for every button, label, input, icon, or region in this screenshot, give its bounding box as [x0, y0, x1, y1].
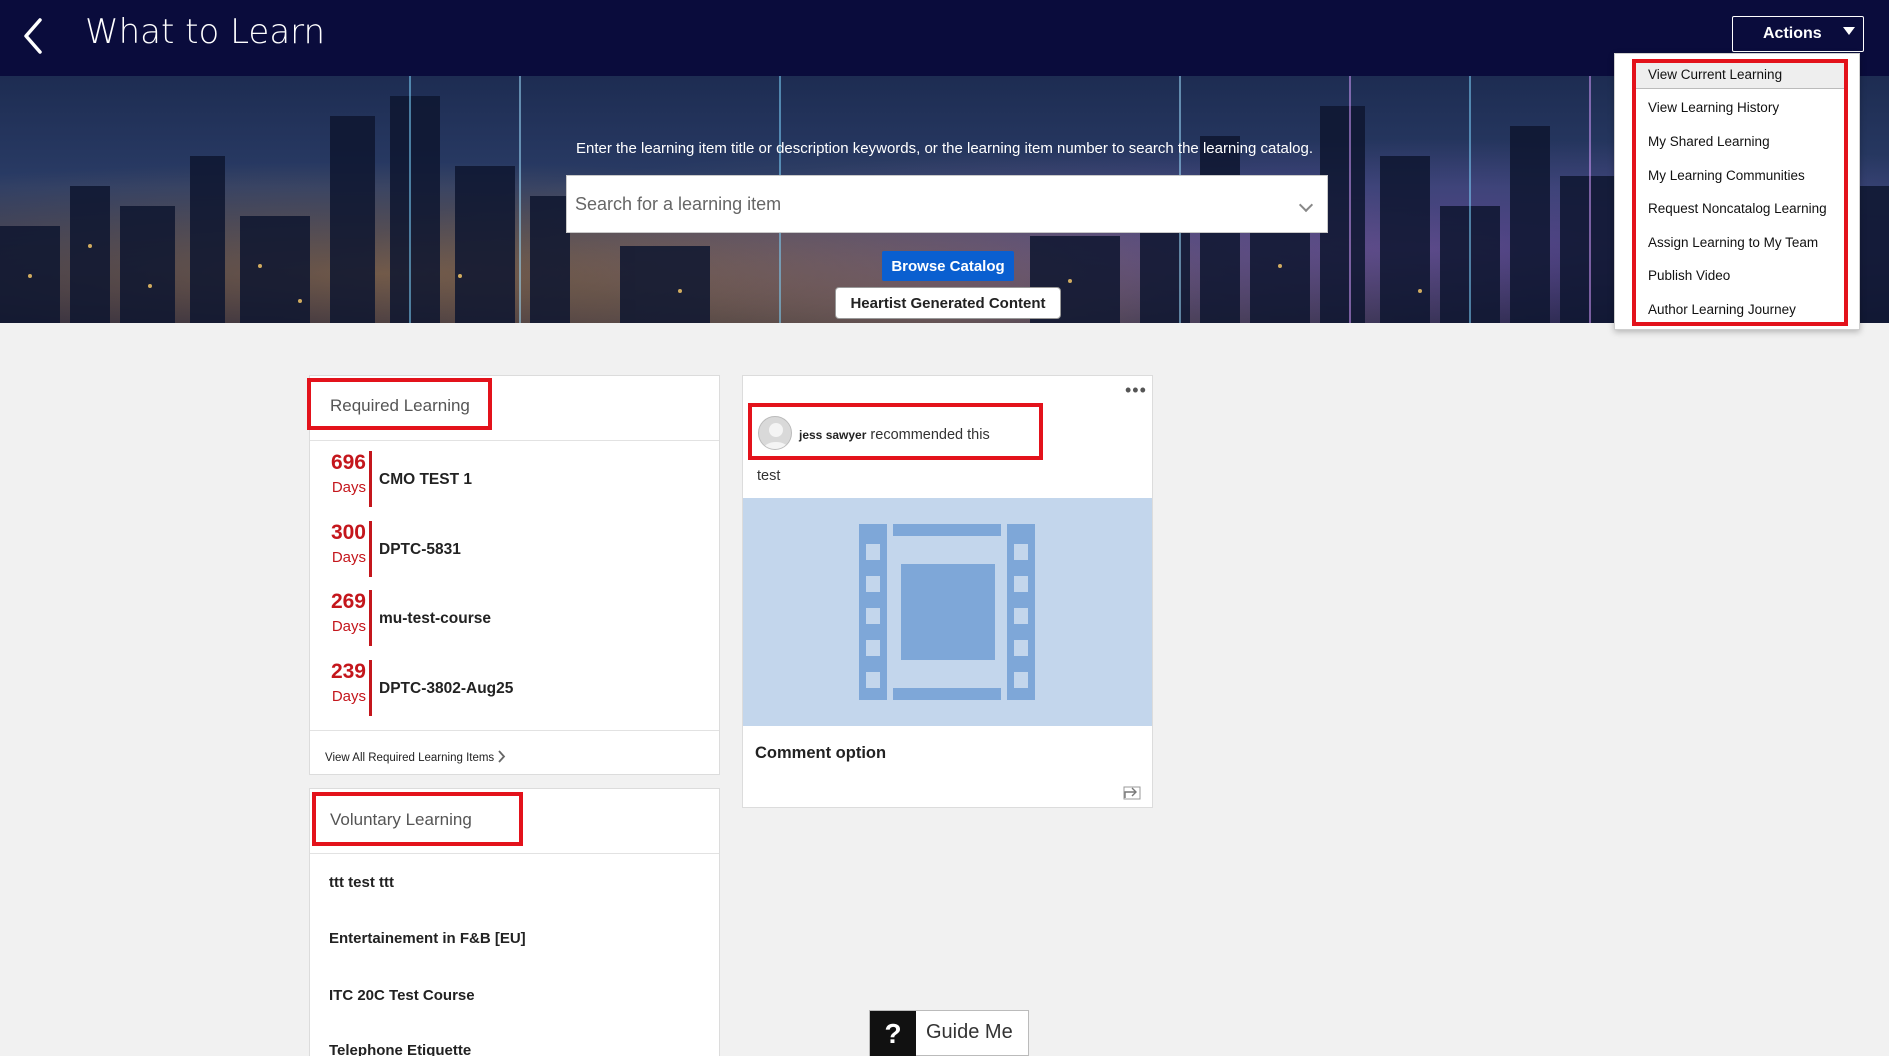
hero-banner: Enter the learning item title or descrip…: [0, 76, 1889, 323]
avatar: [758, 416, 792, 450]
days-count: 269: [330, 590, 366, 613]
learning-item-title[interactable]: Comment option: [755, 744, 886, 763]
divider: [310, 730, 719, 731]
voluntary-learning-title: Voluntary Learning: [330, 810, 472, 829]
back-button[interactable]: [18, 14, 52, 58]
recommendation-text: jess sawyer recommended this: [799, 427, 990, 443]
search-box[interactable]: [566, 175, 1328, 233]
menu-item-view-current-learning[interactable]: View Current Learning: [1636, 59, 1844, 89]
divider: [310, 853, 719, 854]
menu-item-author-learning-journey[interactable]: Author Learning Journey: [1636, 294, 1844, 324]
required-item-name: DPTC-5831: [379, 541, 461, 558]
voluntary-item[interactable]: ITC 20C Test Course: [329, 987, 475, 1004]
page-title: What to Learn: [85, 12, 326, 52]
actions-button[interactable]: Actions: [1732, 16, 1864, 52]
recommendation-note: test: [757, 468, 781, 484]
recommender-name[interactable]: jess sawyer: [799, 428, 866, 442]
required-item[interactable]: 269 Days mu-test-course: [330, 590, 700, 648]
days-count: 239: [330, 660, 366, 683]
menu-item-publish-video[interactable]: Publish Video: [1636, 260, 1844, 290]
heartist-generated-content-button[interactable]: Heartist Generated Content: [835, 287, 1061, 319]
divider: [310, 440, 719, 441]
days-bar: [369, 590, 372, 646]
question-mark-icon: ?: [870, 1011, 916, 1056]
search-input[interactable]: [575, 193, 1275, 215]
days-bar: [369, 521, 372, 577]
chevron-right-icon: [498, 750, 506, 763]
top-header-bar: What to Learn Actions: [0, 0, 1889, 76]
voluntary-item[interactable]: Telephone Etiquette: [329, 1042, 471, 1056]
required-item[interactable]: 696 Days CMO TEST 1: [330, 451, 700, 509]
menu-item-my-learning-communities[interactable]: My Learning Communities: [1636, 160, 1844, 190]
days-label: Days: [331, 618, 366, 635]
days-bar: [369, 451, 372, 507]
film-icon: [859, 524, 1035, 700]
menu-item-request-noncatalog-learning[interactable]: Request Noncatalog Learning: [1636, 193, 1844, 223]
guide-me-button[interactable]: ? Guide Me: [869, 1010, 1029, 1056]
required-item-name: CMO TEST 1: [379, 471, 473, 488]
days-bar: [369, 660, 372, 716]
days-count: 696: [330, 451, 366, 474]
actions-button-label: Actions: [1763, 25, 1822, 42]
view-all-label: View All Required Learning Items: [325, 752, 495, 764]
chevron-left-icon: [24, 18, 42, 54]
caret-down-icon: [1843, 27, 1855, 35]
guide-me-label: Guide Me: [926, 1021, 1013, 1043]
voluntary-item[interactable]: ttt test ttt: [329, 874, 394, 891]
days-count: 300: [330, 521, 366, 544]
required-learning-title: Required Learning: [330, 396, 470, 415]
menu-item-view-learning-history[interactable]: View Learning History: [1636, 92, 1844, 122]
required-item[interactable]: 300 Days DPTC-5831: [330, 521, 700, 579]
required-item[interactable]: 239 Days DPTC-3802-Aug25: [330, 660, 700, 718]
menu-item-my-shared-learning[interactable]: My Shared Learning: [1636, 126, 1844, 156]
share-icon[interactable]: [1123, 786, 1141, 800]
required-item-name: mu-test-course: [379, 610, 491, 627]
video-thumbnail[interactable]: [743, 498, 1152, 726]
menu-item-assign-learning-to-my-team[interactable]: Assign Learning to My Team: [1636, 227, 1844, 257]
recommendation-action: recommended this: [870, 427, 990, 443]
days-label: Days: [331, 479, 366, 496]
view-all-required-link[interactable]: View All Required Learning Items: [325, 750, 506, 764]
days-label: Days: [331, 549, 366, 566]
voluntary-item[interactable]: Entertainement in F&B [EU]: [329, 930, 526, 947]
days-label: Days: [331, 688, 366, 705]
browse-catalog-button[interactable]: Browse Catalog: [882, 251, 1014, 281]
chevron-down-icon[interactable]: [1298, 197, 1314, 213]
required-item-name: DPTC-3802-Aug25: [379, 680, 514, 697]
more-options-icon[interactable]: •••: [1125, 380, 1147, 401]
search-hint-text: Enter the learning item title or descrip…: [575, 140, 1314, 157]
